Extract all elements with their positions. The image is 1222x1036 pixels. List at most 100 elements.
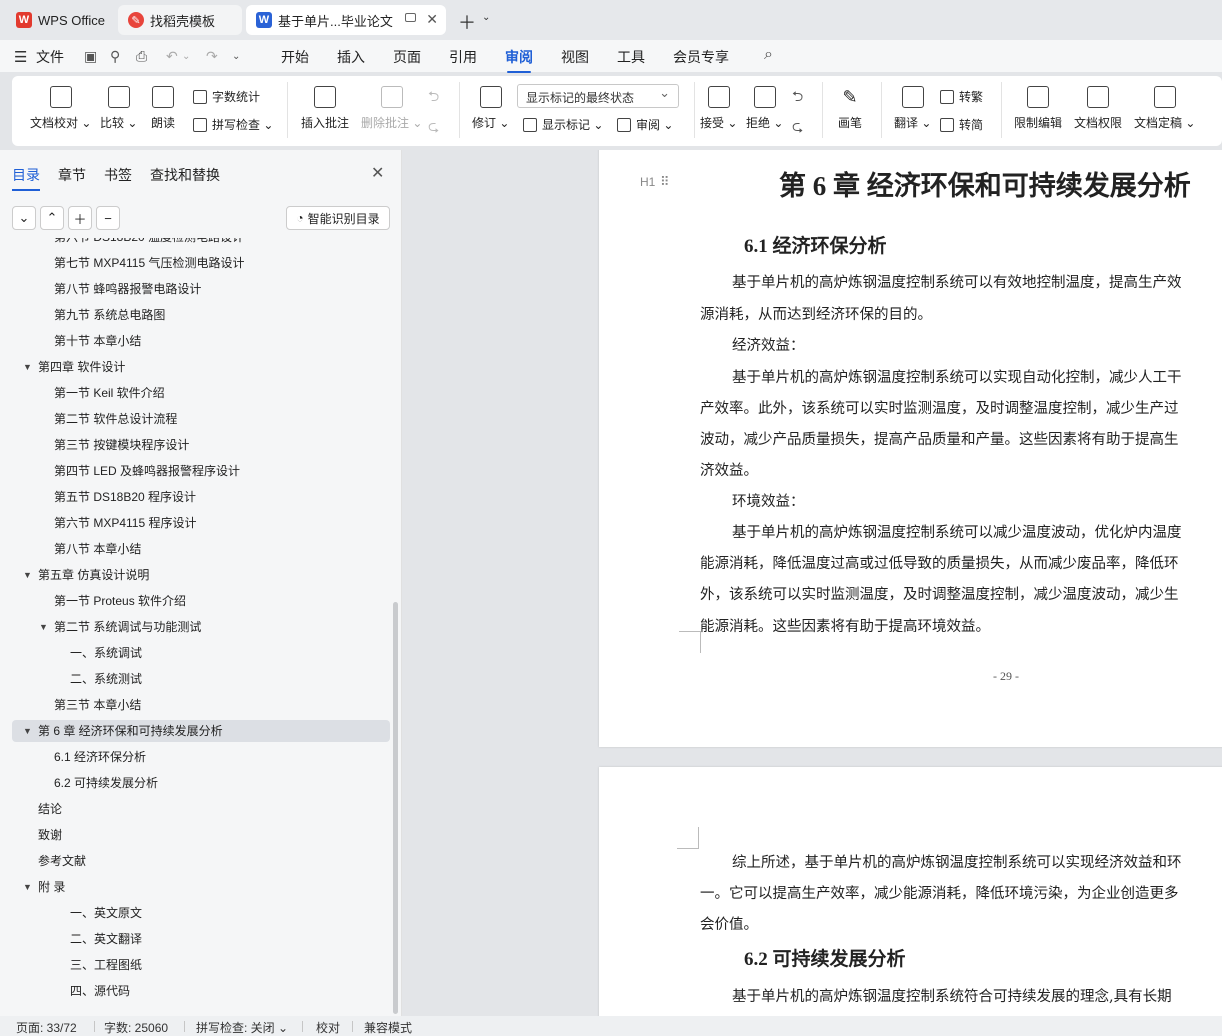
toc-item[interactable]: ▼ 第 6 章 经济环保和可持续发展分析 [12, 720, 390, 742]
restrict-edit-button[interactable]: 限制编辑 [1014, 86, 1062, 131]
drag-handle-icon[interactable]: ⠿ [660, 174, 670, 190]
doc-permission-button[interactable]: 文档权限 [1074, 86, 1122, 131]
toc-item[interactable]: 第三节 按键模块程序设计 [0, 434, 390, 456]
menu-review[interactable]: 审阅 [505, 47, 533, 73]
toc-item[interactable]: 第四节 LED 及蜂鸣器报警程序设计 [0, 460, 390, 482]
toc-item[interactable]: 第五节 DS18B20 程序设计 [0, 486, 390, 508]
review-pane-button[interactable]: 审阅 ⌄ [617, 116, 673, 133]
proofread-status[interactable]: 校对 [316, 1019, 340, 1036]
toc-item[interactable]: 二、英文翻译 [0, 928, 390, 950]
doc-finalize-button[interactable]: 文档定稿 ⌄ [1134, 86, 1195, 131]
accept-button[interactable]: 接受 ⌄ [700, 86, 737, 131]
menu-page[interactable]: 页面 [393, 47, 421, 67]
toc-item[interactable]: 第八节 本章小结 [0, 538, 390, 560]
tab-wps-office[interactable]: W WPS Office [6, 5, 114, 35]
tab-template[interactable]: ✎ 找稻壳模板 [118, 5, 242, 35]
undo-menu-icon[interactable]: ⌄ [182, 51, 190, 62]
caret-down-icon[interactable]: ▼ [39, 616, 48, 638]
caret-down-icon[interactable]: ▼ [23, 356, 32, 378]
nav-tab-find-replace[interactable]: 查找和替换 [150, 165, 220, 185]
to-traditional-button[interactable]: 转繁 [940, 88, 983, 105]
quick-access-menu-icon[interactable]: ⌄ [232, 51, 240, 62]
show-markup-button[interactable]: 显示标记 ⌄ [523, 116, 603, 133]
markup-state-select[interactable]: 显示标记的最终状态 [517, 84, 679, 108]
toc-item[interactable]: 第一节 Proteus 软件介绍 [0, 590, 390, 612]
toc-item[interactable]: ▼ 附 录 [0, 876, 390, 898]
next-change-icon[interactable]: ⮎ [792, 116, 803, 140]
toc-item[interactable]: 二、系统测试 [0, 668, 390, 690]
insert-comment-button[interactable]: 插入批注 [301, 86, 349, 131]
toc-item[interactable]: 一、系统调试 [0, 642, 390, 664]
print-preview-icon[interactable]: ⎙ [136, 48, 147, 65]
smart-toc-button[interactable]: ◔ 智能识别目录 [286, 206, 390, 230]
redo-icon[interactable]: ↷ [206, 48, 218, 65]
toc-item[interactable]: 四、源代码 [0, 980, 390, 1002]
caret-down-icon[interactable]: ▼ [23, 876, 32, 898]
menu-insert[interactable]: 插入 [337, 47, 365, 67]
save-icon[interactable]: ▣ [84, 48, 97, 65]
delete-comment-button[interactable]: 删除批注 ⌄ [361, 86, 422, 131]
track-changes-button[interactable]: 修订 ⌄ [472, 86, 509, 131]
spell-check-button[interactable]: 拼写检查 ⌄ [193, 116, 273, 133]
window-icon[interactable] [405, 13, 416, 22]
nav-tab-chapters[interactable]: 章节 [58, 165, 86, 185]
translate-button[interactable]: 翻译 ⌄ [894, 86, 931, 131]
close-icon[interactable]: ✕ [371, 163, 384, 183]
page-indicator[interactable]: 页面: 33/72 [16, 1019, 77, 1036]
share-icon[interactable]: ⚲ [110, 48, 120, 65]
toc-item[interactable]: 参考文献 [0, 850, 390, 872]
doc-proof-button[interactable]: 文档校对 ⌄ [30, 86, 91, 131]
add-heading-button[interactable]: ＋ [68, 206, 92, 230]
menu-home[interactable]: 开始 [281, 47, 309, 67]
heading-marker[interactable]: H1 [640, 175, 655, 189]
hamburger-icon[interactable]: ☰ [14, 48, 27, 66]
toc-item[interactable]: 第六节 DS18B20 温度检测电路设计 [0, 238, 390, 248]
caret-down-icon[interactable]: ▼ [23, 564, 32, 586]
previous-comment-icon[interactable]: ⮌ [428, 86, 439, 110]
toc-item[interactable]: ▼ 第五章 仿真设计说明 [0, 564, 390, 586]
nav-tab-bookmarks[interactable]: 书签 [104, 165, 132, 185]
word-count-status[interactable]: 字数: 25060 [104, 1019, 168, 1036]
caret-down-icon[interactable]: ▼ [23, 720, 32, 742]
toc-item[interactable]: 第二节 软件总设计流程 [0, 408, 390, 430]
word-count-button[interactable]: 字数统计 [193, 88, 260, 105]
toc-item[interactable]: 第一节 Keil 软件介绍 [0, 382, 390, 404]
undo-icon[interactable]: ↶ [166, 48, 178, 65]
reject-button[interactable]: 拒绝 ⌄ [746, 86, 783, 131]
toc-item[interactable]: 第六节 MXP4115 程序设计 [0, 512, 390, 534]
toc-item[interactable]: 一、英文原文 [0, 902, 390, 924]
close-tab-icon[interactable]: ✕ [426, 11, 438, 28]
toc-item[interactable]: 第十节 本章小结 [0, 330, 390, 352]
toc-item[interactable]: 6.1 经济环保分析 [0, 746, 390, 768]
menu-references[interactable]: 引用 [449, 47, 477, 67]
chevron-down-icon[interactable]: ⌄ [482, 12, 490, 23]
toc-item[interactable]: ▼ 第四章 软件设计 [0, 356, 390, 378]
tab-document[interactable]: W 基于单片...毕业论文 ✕ [246, 5, 446, 35]
toc-item[interactable]: 致谢 [0, 824, 390, 846]
toc-item[interactable]: 结论 [0, 798, 390, 820]
to-simplified-button[interactable]: 转简 [940, 116, 983, 133]
menu-view[interactable]: 视图 [561, 47, 589, 67]
spell-check-status[interactable]: 拼写检查: 关闭 ⌄ [196, 1019, 288, 1036]
pen-button[interactable]: ✎ 画笔 [838, 86, 862, 131]
read-aloud-button[interactable]: 朗读 [151, 86, 175, 131]
menu-file[interactable]: 文件 [36, 47, 64, 67]
next-comment-icon[interactable]: ⮎ [428, 116, 439, 140]
search-icon[interactable]: ⌕ [764, 46, 773, 64]
collapse-all-button[interactable]: ⌄ [12, 206, 36, 230]
toc-item[interactable]: 第三节 本章小结 [0, 694, 390, 716]
toc-item[interactable]: 6.2 可持续发展分析 [0, 772, 390, 794]
toc-scrollbar[interactable] [393, 602, 398, 1014]
expand-up-button[interactable]: ⌃ [40, 206, 64, 230]
nav-tab-toc[interactable]: 目录 [12, 165, 40, 191]
compare-button[interactable]: 比较 ⌄ [100, 86, 137, 131]
toc-item[interactable]: 第七节 MXP4115 气压检测电路设计 [0, 252, 390, 274]
new-tab-icon[interactable]: ＋ [458, 9, 476, 35]
remove-heading-button[interactable]: − [96, 206, 120, 230]
toc-item[interactable]: 三、工程图纸 [0, 954, 390, 976]
menu-tools[interactable]: 工具 [617, 47, 645, 67]
toc-item[interactable]: ▼ 第二节 系统调试与功能测试 [0, 616, 390, 638]
toc-item[interactable]: 第八节 蜂鸣器报警电路设计 [0, 278, 390, 300]
menu-member[interactable]: 会员专享 [673, 47, 729, 67]
previous-change-icon[interactable]: ⮌ [792, 86, 803, 110]
